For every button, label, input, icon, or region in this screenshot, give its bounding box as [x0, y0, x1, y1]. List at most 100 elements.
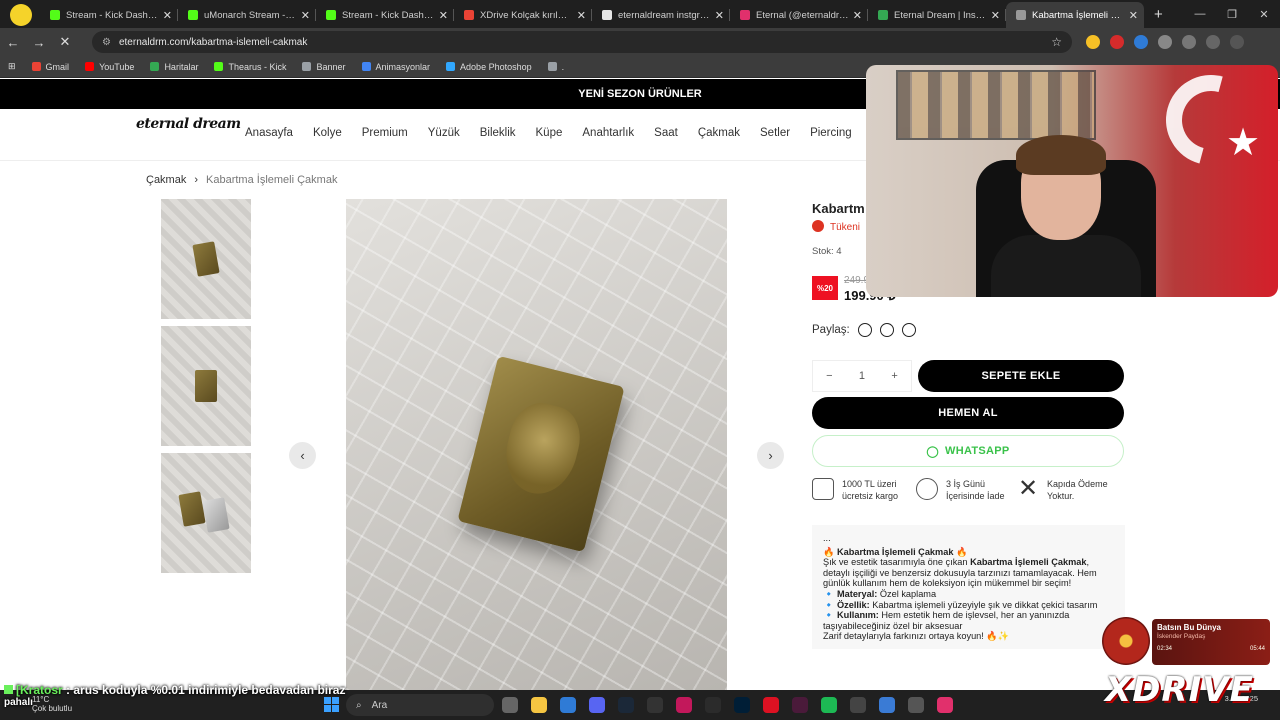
buy-now-button[interactable]: HEMEN AL — [812, 397, 1124, 429]
tab-close-icon[interactable]: ✕ — [163, 9, 172, 22]
new-tab-button[interactable]: + — [1144, 2, 1173, 28]
media-icon[interactable] — [1182, 35, 1196, 49]
nav-item[interactable]: Setler — [760, 127, 790, 139]
app-icon[interactable] — [647, 697, 663, 713]
bookmark-item[interactable]: Thearus - Kick — [214, 62, 286, 72]
main-menu: Anasayfa Kolye Premium Yüzük Bileklik Küpe Ana… — [245, 127, 886, 139]
site-logo[interactable]: eternal dream — [136, 117, 241, 132]
tab-close-icon[interactable]: ✕ — [301, 9, 310, 22]
gallery-next-button[interactable]: › — [757, 442, 784, 469]
profile-avatar-tab[interactable] — [0, 2, 40, 28]
browser-tab[interactable]: Eternal (@eternaldrm) - ✕ — [730, 2, 868, 28]
gallery-prev-button[interactable]: ‹ — [289, 442, 316, 469]
breadcrumb-parent[interactable]: Çakmak — [146, 174, 186, 186]
bookmark-favicon-icon — [361, 62, 371, 71]
chevron-right-icon: › — [768, 448, 773, 463]
apps-grid-icon[interactable]: ⊞ — [8, 61, 16, 72]
minimize-icon[interactable]: — — [1184, 8, 1216, 20]
whatsapp-icon: ◯ — [926, 445, 940, 458]
truck-icon — [812, 478, 834, 500]
logo-text: eternal dream — [136, 116, 241, 132]
close-window-icon[interactable]: ✕ — [1248, 8, 1280, 21]
site-info-icon[interactable]: ⚙ — [102, 37, 111, 48]
chrome-icon[interactable] — [560, 697, 576, 713]
taskbar-search[interactable]: ⌕ Ara — [346, 694, 494, 716]
app-icon[interactable] — [676, 697, 692, 713]
tab-close-icon[interactable]: ✕ — [853, 9, 862, 22]
nav-item[interactable]: Anasayfa — [245, 127, 293, 139]
browser-tab[interactable]: Stream - Kick Dashboard ✕ — [316, 2, 454, 28]
nav-item[interactable]: Çakmak — [698, 127, 740, 139]
tab-close-icon[interactable]: ✕ — [577, 9, 586, 22]
nav-item[interactable]: Bileklik — [480, 127, 516, 139]
bookmark-item[interactable]: Gmail — [31, 62, 69, 72]
forward-icon[interactable]: → — [26, 35, 52, 50]
background-shelf — [896, 70, 1096, 140]
tab-close-icon[interactable]: ✕ — [715, 9, 724, 22]
app-icon[interactable] — [792, 697, 808, 713]
product-main-image[interactable] — [346, 199, 727, 690]
nav-item[interactable]: Yüzük — [428, 127, 460, 139]
bookmark-label: Banner — [316, 61, 346, 72]
epic-games-icon[interactable] — [705, 697, 721, 713]
link-share-icon[interactable] — [901, 323, 916, 337]
nav-item[interactable]: Premium — [362, 127, 408, 139]
extension-icon[interactable] — [1134, 35, 1148, 49]
whatsapp-button[interactable]: ◯ WHATSAPP — [812, 435, 1124, 467]
url-bar[interactable]: ⚙ eternaldrm.com/kabartma-islemeli-cakma… — [92, 31, 1072, 53]
tab-close-icon[interactable]: ✕ — [439, 9, 448, 22]
desc-end: Zarif detaylarıyla farkınızı ortaya koyu… — [823, 631, 1010, 642]
quantity-increase-button[interactable]: + — [891, 370, 897, 382]
app-icon[interactable] — [763, 697, 779, 713]
chevron-left-icon: ‹ — [300, 448, 305, 463]
browser-tab[interactable]: Stream - Kick Dashboard ✕ — [40, 2, 178, 28]
nav-item[interactable]: Saat — [654, 127, 678, 139]
tab-close-icon[interactable]: ✕ — [991, 9, 1000, 22]
steam-icon[interactable] — [618, 697, 634, 713]
nav-item[interactable]: Küpe — [536, 127, 563, 139]
product-title: Kabartm — [812, 201, 865, 216]
app-icon[interactable] — [879, 697, 895, 713]
stop-loading-icon[interactable]: ✕ — [52, 34, 78, 50]
bookmark-star-icon[interactable]: ☆ — [1051, 35, 1062, 49]
browser-tab[interactable]: Kabartma İşlemeli Çakma ✕ — [1006, 2, 1144, 28]
extension-icon[interactable] — [1086, 35, 1100, 49]
task-view-icon[interactable] — [502, 697, 518, 713]
back-icon[interactable]: ← — [0, 35, 26, 50]
tab-close-icon[interactable]: ✕ — [1129, 9, 1138, 22]
photoshop-icon[interactable] — [734, 697, 750, 713]
profile-icon[interactable] — [1206, 35, 1220, 49]
menu-kebab-icon[interactable] — [1230, 35, 1244, 49]
product-thumbnail-3[interactable] — [161, 453, 251, 573]
browser-tab[interactable]: XDrive Kolçak kırılması ve ✕ — [454, 2, 592, 28]
instagram-icon[interactable] — [937, 697, 953, 713]
bookmark-item[interactable]: Haritalar — [150, 62, 198, 72]
browser-tab[interactable]: eternaldream instgram - G ✕ — [592, 2, 730, 28]
close-icon: ✕ — [1018, 475, 1039, 502]
nav-item[interactable]: Piercing — [810, 127, 852, 139]
restore-icon[interactable]: ❐ — [1216, 8, 1248, 21]
bookmark-item[interactable]: YouTube — [85, 62, 134, 72]
quantity-decrease-button[interactable]: − — [826, 370, 832, 382]
add-to-cart-button[interactable]: SEPETE EKLE — [918, 360, 1124, 392]
discord-icon[interactable] — [589, 697, 605, 713]
extension-icon[interactable] — [1110, 35, 1124, 49]
nav-item[interactable]: Kolye — [313, 127, 342, 139]
whatsapp-share-icon[interactable] — [857, 323, 872, 337]
bookmark-item[interactable]: . — [547, 62, 564, 72]
app-icon[interactable] — [908, 697, 924, 713]
nav-item[interactable]: Anahtarlık — [582, 127, 634, 139]
product-thumbnail-1[interactable] — [161, 199, 251, 319]
bookmark-item[interactable]: Banner — [302, 61, 346, 72]
spotify-icon[interactable] — [821, 697, 837, 713]
browser-tab[interactable]: uMonarch Stream - Watch ✕ — [178, 2, 316, 28]
file-explorer-icon[interactable] — [531, 697, 547, 713]
github-icon[interactable] — [850, 697, 866, 713]
browser-tab[interactable]: Eternal Dream | Instagram ✕ — [868, 2, 1006, 28]
bookmark-item[interactable]: Animasyonlar — [361, 62, 430, 72]
bookmark-item[interactable]: Adobe Photoshop — [446, 62, 532, 72]
extensions-puzzle-icon[interactable] — [1158, 35, 1172, 49]
product-thumbnail-2[interactable] — [161, 326, 251, 446]
facebook-share-icon[interactable] — [879, 323, 894, 337]
quantity-value[interactable]: 1 — [859, 370, 865, 382]
